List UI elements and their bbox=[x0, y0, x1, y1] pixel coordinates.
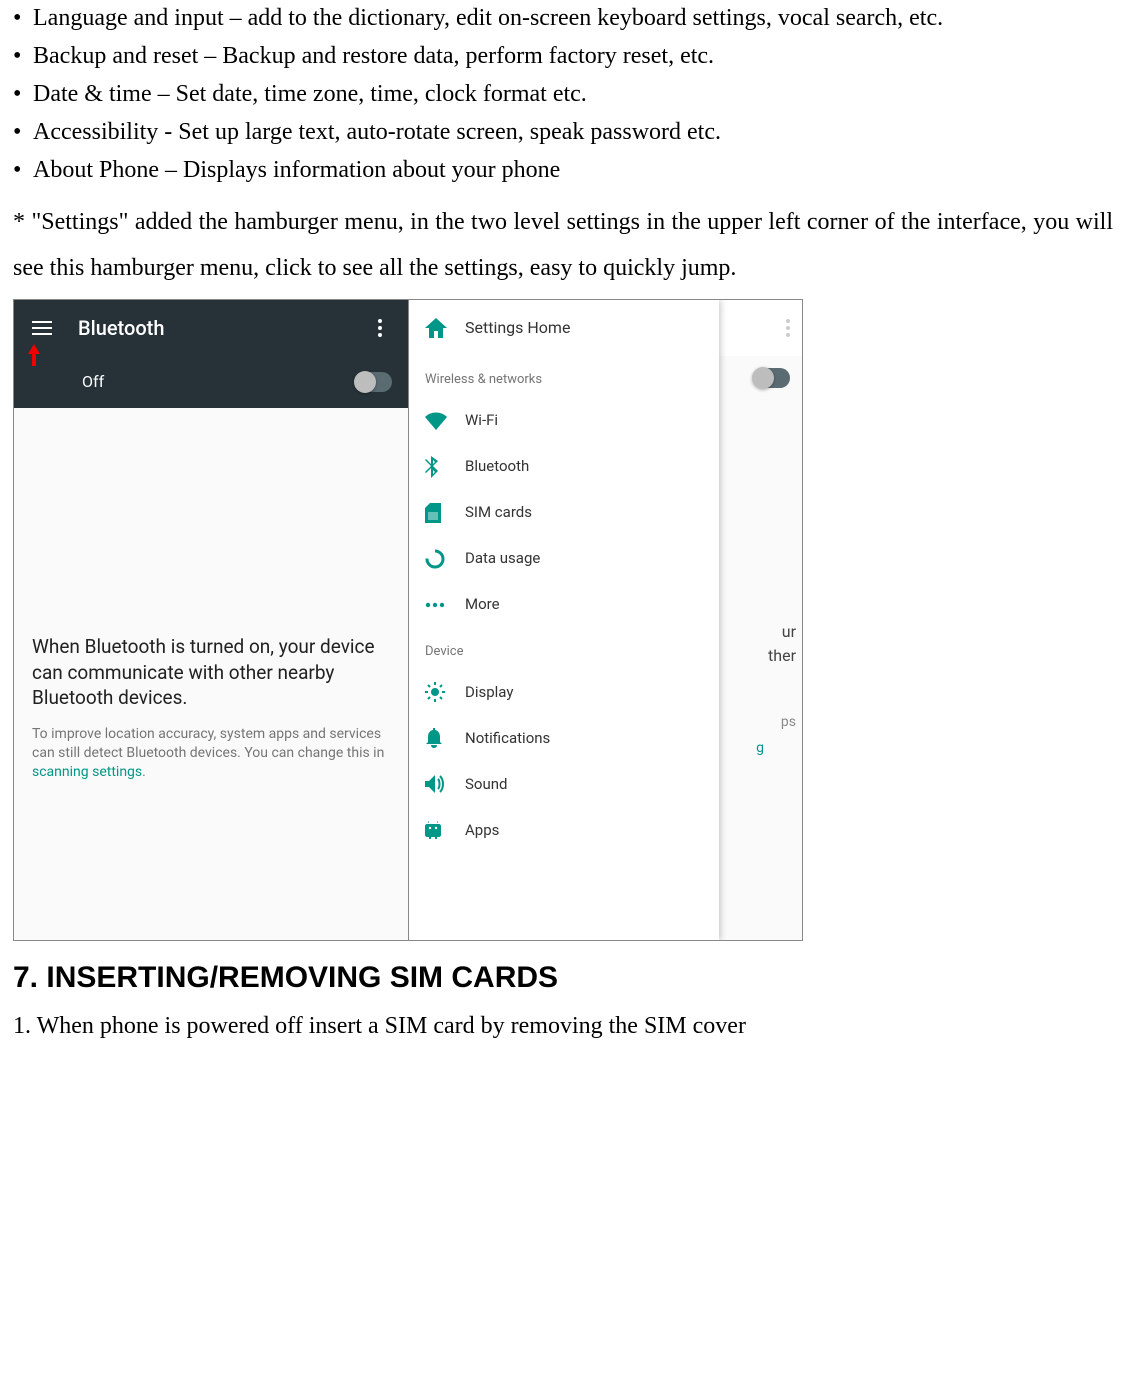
drawer-item-more[interactable]: More bbox=[409, 582, 719, 628]
bullet-item: •Language and input – add to the diction… bbox=[13, 0, 1113, 36]
drawer-label: More bbox=[465, 593, 500, 616]
step-text: 1. When phone is powered off insert a SI… bbox=[13, 1008, 1113, 1044]
hamburger-icon bbox=[32, 321, 52, 335]
switch-off-icon[interactable] bbox=[356, 372, 392, 392]
drawer-item-sound[interactable]: Sound bbox=[409, 761, 719, 807]
drawer-label: SIM cards bbox=[465, 501, 532, 524]
drawer-section-header: Device bbox=[409, 628, 719, 670]
drawer-label: Notifications bbox=[465, 727, 550, 750]
settings-drawer-screen: ur ther ps g Settings Home Wireless & ne… bbox=[408, 300, 802, 940]
screenshots-figure: Bluetooth Off When Bluetooth is turned o… bbox=[13, 299, 803, 941]
bullet-item: •Accessibility - Set up large text, auto… bbox=[13, 114, 1113, 150]
display-icon bbox=[425, 682, 465, 702]
drawer-item-apps[interactable]: Apps bbox=[409, 807, 719, 853]
bluetooth-icon bbox=[425, 456, 465, 478]
bell-icon bbox=[425, 728, 465, 748]
background-link-fragment: g bbox=[756, 738, 764, 759]
bullet-item: •Backup and reset – Backup and restore d… bbox=[13, 38, 1113, 74]
bluetooth-screen: Bluetooth Off When Bluetooth is turned o… bbox=[14, 300, 408, 940]
drawer-label: Wi-Fi bbox=[465, 409, 498, 432]
data-usage-icon bbox=[425, 549, 465, 569]
more-horiz-icon bbox=[425, 602, 465, 608]
drawer-label: Settings Home bbox=[465, 316, 570, 340]
red-arrow-annotation-icon bbox=[24, 344, 44, 370]
drawer-item-bluetooth[interactable]: Bluetooth bbox=[409, 444, 719, 490]
bluetooth-toggle-row[interactable]: Off bbox=[14, 356, 408, 408]
home-icon bbox=[425, 318, 465, 338]
bullet-item: •About Phone – Displays information abou… bbox=[13, 152, 1113, 188]
drawer-label: Data usage bbox=[465, 547, 540, 570]
drawer-label: Sound bbox=[465, 773, 507, 796]
drawer-item-notifications[interactable]: Notifications bbox=[409, 715, 719, 761]
scanning-settings-link[interactable]: scanning settings bbox=[32, 764, 142, 780]
drawer-label: Display bbox=[465, 681, 513, 704]
toggle-label: Off bbox=[82, 370, 356, 394]
sound-icon bbox=[425, 775, 465, 793]
settings-drawer: Settings Home Wireless & networks Wi-Fi … bbox=[409, 300, 719, 940]
drawer-label: Apps bbox=[465, 819, 499, 842]
overflow-menu-button[interactable] bbox=[718, 300, 802, 356]
hamburger-note: * "Settings" added the hamburger menu, i… bbox=[13, 200, 1113, 291]
drawer-section-header: Wireless & networks bbox=[409, 356, 719, 398]
background-text-fragment: ur ther ps bbox=[726, 620, 796, 733]
drawer-item-data-usage[interactable]: Data usage bbox=[409, 536, 719, 582]
drawer-item-sim[interactable]: SIM cards bbox=[409, 490, 719, 536]
section-header: 7. INSERTING/REMOVING SIM CARDS bbox=[13, 955, 1113, 1000]
overflow-menu-button[interactable] bbox=[356, 304, 404, 352]
wifi-icon bbox=[425, 412, 465, 430]
sim-card-icon bbox=[425, 503, 465, 523]
switch-off-icon bbox=[754, 368, 790, 388]
bullet-item: •Date & time – Set date, time zone, time… bbox=[13, 76, 1113, 112]
drawer-item-wifi[interactable]: Wi-Fi bbox=[409, 398, 719, 444]
bluetooth-scanning-note: To improve location accuracy, system app… bbox=[32, 725, 390, 782]
drawer-item-display[interactable]: Display bbox=[409, 669, 719, 715]
more-vert-icon bbox=[378, 319, 382, 337]
app-bar: Bluetooth bbox=[14, 300, 408, 356]
settings-home-item[interactable]: Settings Home bbox=[409, 300, 719, 356]
drawer-label: Bluetooth bbox=[465, 455, 529, 478]
apps-icon bbox=[425, 821, 465, 839]
more-vert-icon bbox=[786, 319, 790, 337]
bluetooth-description: When Bluetooth is turned on, your device… bbox=[32, 634, 390, 711]
app-bar-title: Bluetooth bbox=[66, 313, 356, 343]
